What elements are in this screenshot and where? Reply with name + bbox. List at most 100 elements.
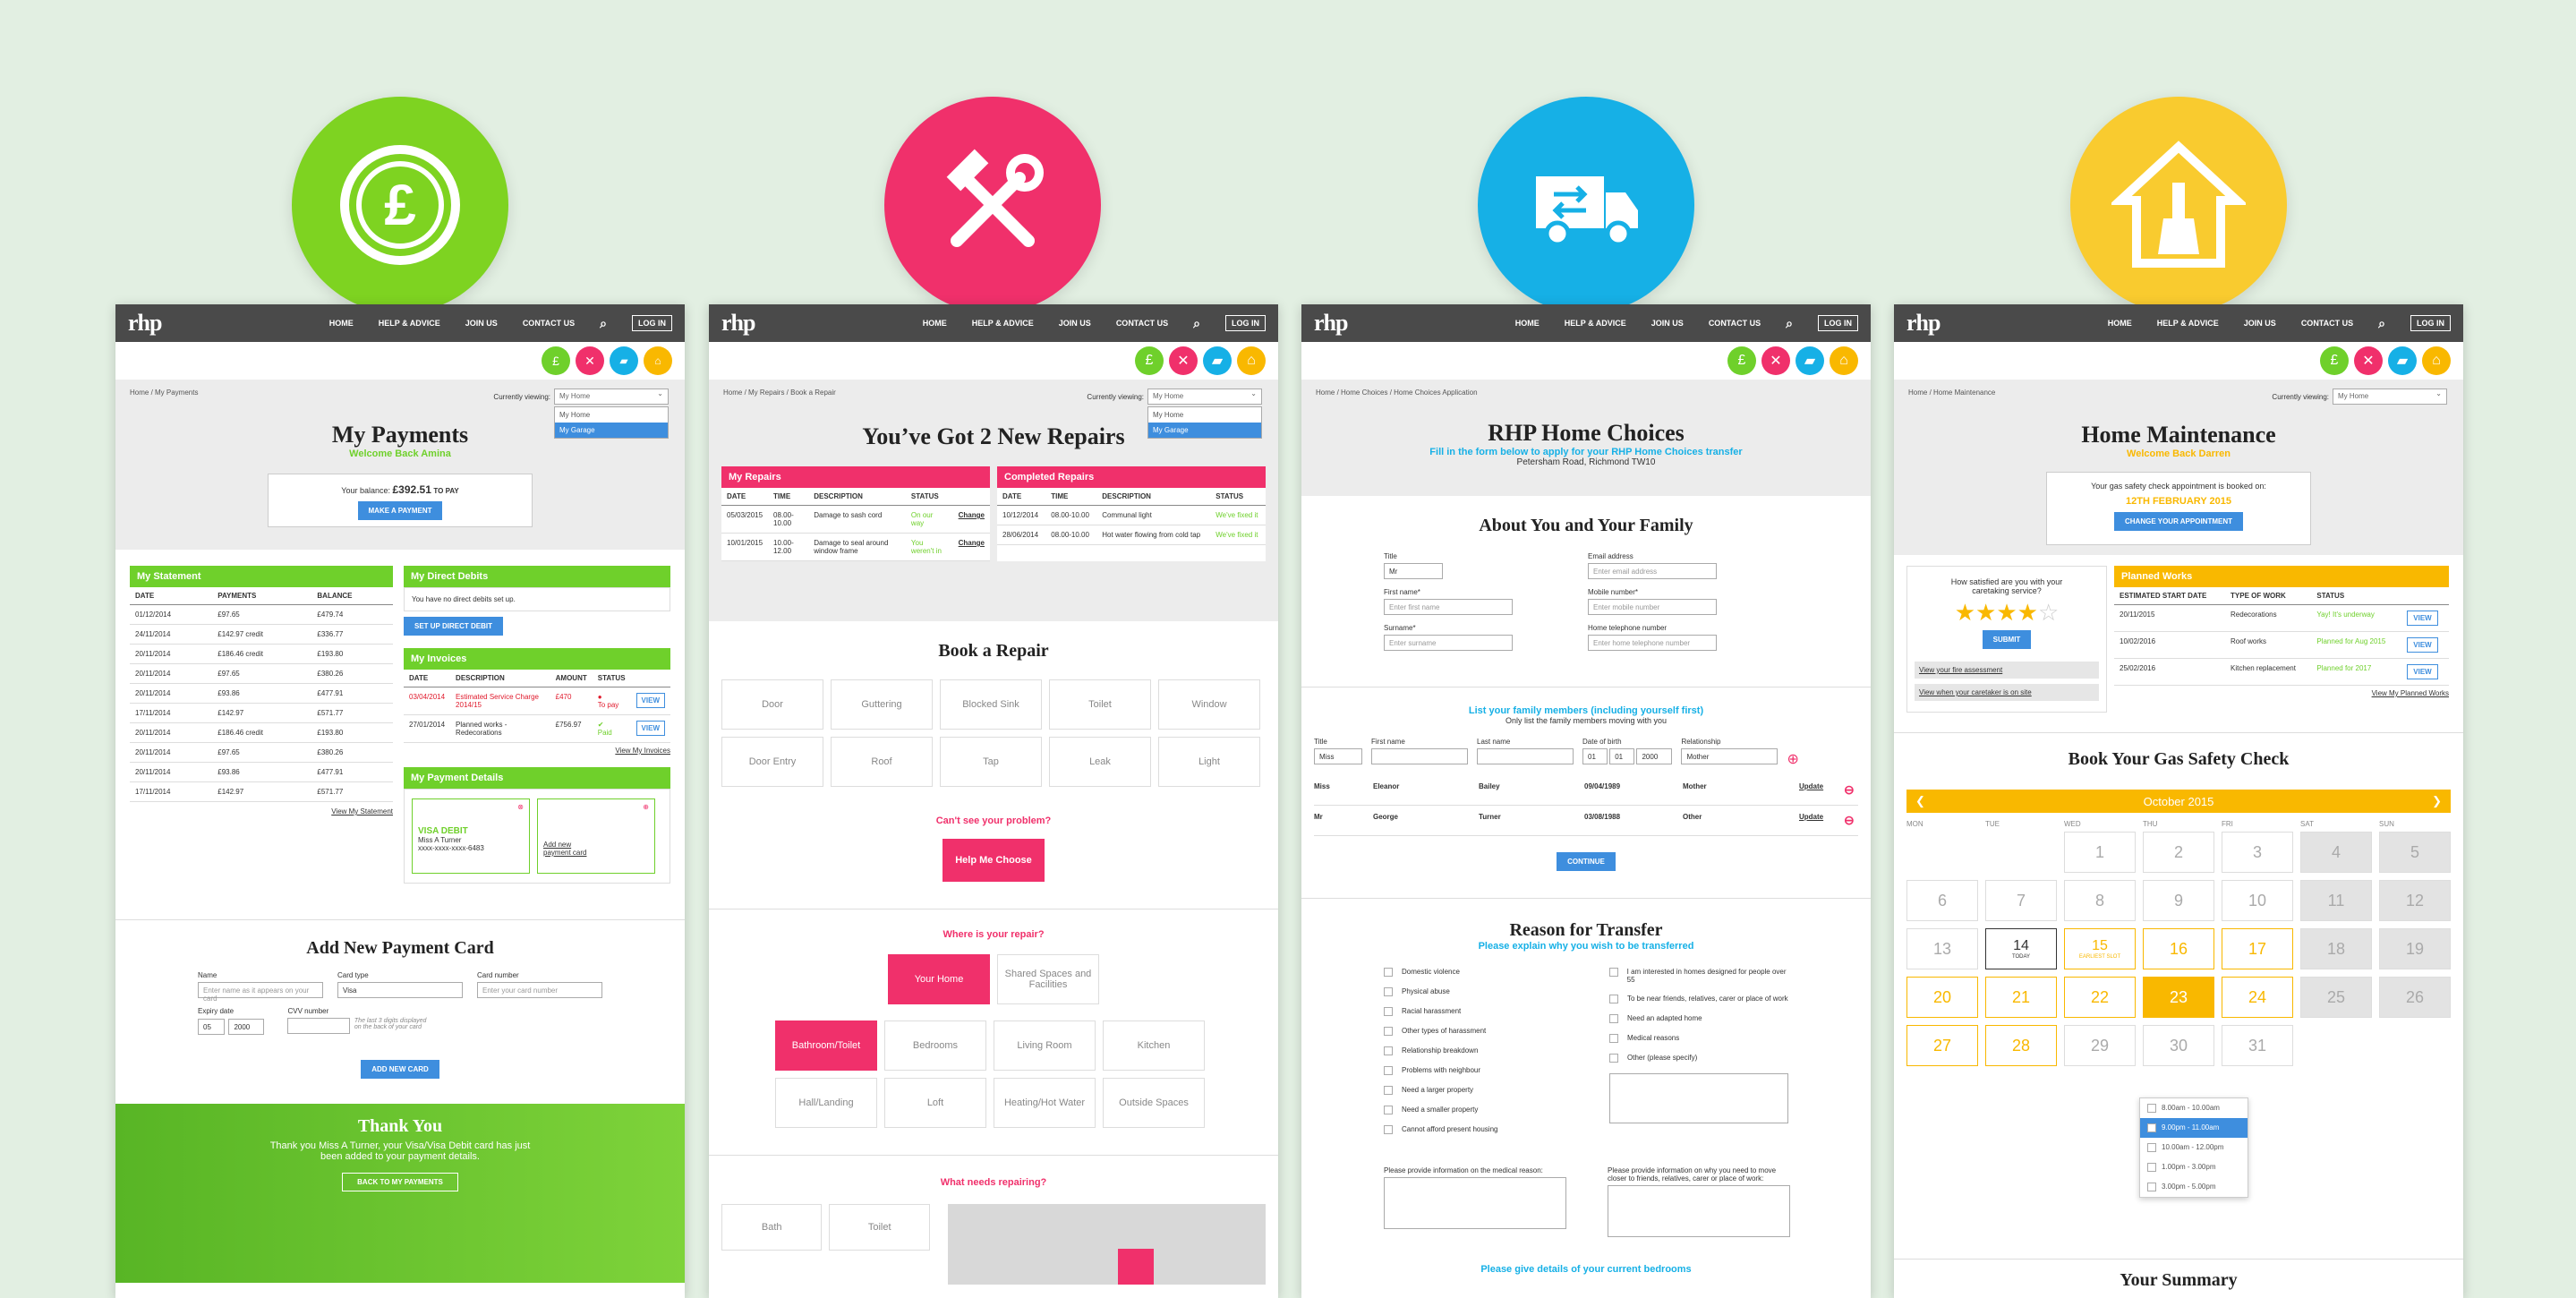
reason-checkbox[interactable]: Need a larger property [1384, 1086, 1581, 1095]
calendar-day[interactable]: 10 [2222, 880, 2293, 921]
truck-mini-icon[interactable]: ▰ [610, 346, 638, 375]
view-button[interactable]: VIEW [635, 693, 665, 708]
dob-day[interactable]: 01 [1582, 748, 1608, 764]
reason-checkbox[interactable]: Physical abuse [1384, 987, 1581, 996]
option-home[interactable]: My Home [555, 407, 668, 423]
rhp-logo[interactable]: rhp [1314, 310, 1348, 337]
rhp-logo[interactable]: rhp [128, 310, 162, 337]
repairs-mini-icon[interactable]: ✕ [2354, 346, 2383, 375]
checkbox-icon[interactable] [2147, 1163, 2156, 1172]
checkbox-icon[interactable] [1384, 1106, 1393, 1114]
star-icon[interactable]: ★ [2017, 599, 2038, 626]
shared-spaces-button[interactable]: Shared Spaces and Facilities [997, 954, 1099, 1004]
checkbox-icon[interactable] [1384, 987, 1393, 996]
calendar-day[interactable]: 26 [2379, 977, 2451, 1018]
home-mini-icon[interactable]: ⌂ [1830, 346, 1858, 375]
remove-card-icon[interactable]: ⊗ [517, 803, 524, 811]
first-name-field[interactable]: Enter first name [1384, 599, 1513, 615]
home-tel-field[interactable]: Enter home telephone number [1588, 635, 1717, 651]
calendar-day[interactable]: 2 [2143, 832, 2214, 873]
view-button[interactable]: VIEW [635, 721, 665, 736]
calendar-day[interactable]: 17 [2222, 928, 2293, 969]
checkbox-icon[interactable] [1384, 1027, 1393, 1036]
calendar-day[interactable]: 15 EARLIEST SLOT [2064, 928, 2136, 969]
repair-tile[interactable]: Door Entry [721, 737, 823, 787]
truck-mini-icon[interactable]: ▰ [2388, 346, 2417, 375]
bath-tile[interactable]: Bath [721, 1204, 823, 1251]
fire-assessment-link[interactable]: View your fire assessment [1915, 662, 2099, 679]
room-tile[interactable]: Kitchen [1103, 1020, 1205, 1071]
calendar-day[interactable]: 24 [2222, 977, 2293, 1018]
option-garage[interactable]: My Garage [555, 423, 668, 438]
checkbox-icon[interactable] [1609, 995, 1618, 1003]
truck-mini-icon[interactable]: ▰ [1796, 346, 1824, 375]
property-select[interactable]: My Home [554, 389, 669, 405]
checkbox-icon[interactable] [1609, 1054, 1618, 1063]
repair-tile[interactable]: Window [1158, 679, 1260, 730]
calendar-day[interactable]: 11 [2300, 880, 2372, 921]
room-tile[interactable]: Bathroom/Toilet [775, 1020, 877, 1071]
calendar-day[interactable]: 16 [2143, 928, 2214, 969]
nav-help[interactable]: HELP & ADVICE [1565, 319, 1626, 328]
name-field[interactable]: Enter name as it appears on your card [198, 982, 323, 1003]
add-member-icon[interactable]: ⊕ [1787, 750, 1798, 768]
calendar-day[interactable]: 12 [2379, 880, 2451, 921]
title-select[interactable]: Mr [1384, 563, 1443, 579]
checkbox-icon[interactable] [1609, 1014, 1618, 1023]
submit-button[interactable]: SUBMIT [1982, 630, 2032, 649]
cvv-field[interactable] [287, 1018, 351, 1034]
setup-direct-debit-button[interactable]: SET UP DIRECT DEBIT [404, 617, 503, 636]
time-slot-option[interactable]: 9.00pm - 11.00am [2140, 1118, 2248, 1138]
calendar-day[interactable]: 6 [1906, 880, 1978, 921]
star-icon[interactable]: ★ [1975, 599, 1996, 626]
reason-checkbox[interactable]: Medical reasons [1609, 1034, 1788, 1043]
search-icon[interactable]: ⌕ [1786, 316, 1793, 331]
mobile-field[interactable]: Enter mobile number [1588, 599, 1717, 615]
update-link[interactable]: Update [1799, 813, 1844, 828]
calendar-day[interactable]: 30 [2143, 1025, 2214, 1066]
calendar-day[interactable]: 14 TODAY [1985, 928, 2057, 969]
login-button[interactable]: LOG IN [632, 315, 672, 331]
payments-mini-icon[interactable]: £ [1727, 346, 1756, 375]
change-link[interactable]: Change [952, 533, 990, 561]
repair-tile[interactable]: Blocked Sink [940, 679, 1042, 730]
nav-help[interactable]: HELP & ADVICE [2157, 319, 2219, 328]
card-number-field[interactable]: Enter your card number [477, 982, 602, 998]
room-tile[interactable]: Outside Spaces [1103, 1078, 1205, 1128]
change-link[interactable]: Change [952, 505, 990, 534]
checkbox-icon[interactable] [2147, 1143, 2156, 1152]
room-tile[interactable]: Bedrooms [884, 1020, 986, 1071]
truck-mini-icon[interactable]: ▰ [1203, 346, 1232, 375]
calendar-day[interactable]: 13 [1906, 928, 1978, 969]
calendar-day[interactable]: 1 [2064, 832, 2136, 873]
fam-last-field[interactable] [1477, 748, 1574, 764]
calendar-day[interactable]: 18 [2300, 928, 2372, 969]
nav-home[interactable]: HOME [329, 319, 354, 328]
time-slot-option[interactable]: 10.00am - 12.00pm [2140, 1138, 2248, 1157]
calendar-day[interactable]: 21 [1985, 977, 2057, 1018]
checkbox-icon[interactable] [2147, 1183, 2156, 1191]
nav-contact[interactable]: CONTACT US [1709, 319, 1761, 328]
calendar-day[interactable]: 27 [1906, 1025, 1978, 1066]
fam-relationship-select[interactable]: Mother [1681, 748, 1778, 764]
calendar-day[interactable]: 5 [2379, 832, 2451, 873]
calendar-day[interactable]: 23 [2143, 977, 2214, 1018]
star-icon[interactable]: ☆ [2038, 599, 2059, 626]
view-statement-link[interactable]: View My Statement [130, 807, 393, 816]
checkbox-icon[interactable] [1384, 1046, 1393, 1055]
calendar-day[interactable]: 9 [2143, 880, 2214, 921]
nav-help[interactable]: HELP & ADVICE [379, 319, 440, 328]
add-icon[interactable]: ⊕ [643, 803, 649, 811]
checkbox-icon[interactable] [1384, 1086, 1393, 1095]
calendar-day[interactable]: 28 [1985, 1025, 2057, 1066]
view-button[interactable]: VIEW [2407, 637, 2438, 653]
rhp-logo[interactable]: rhp [1906, 310, 1941, 337]
rhp-logo[interactable]: rhp [721, 310, 755, 337]
nav-home[interactable]: HOME [923, 319, 947, 328]
repair-tile[interactable]: Tap [940, 737, 1042, 787]
move-textarea[interactable] [1608, 1185, 1790, 1237]
help-choose-button[interactable]: Help Me Choose [943, 839, 1045, 882]
time-slot-option[interactable]: 3.00pm - 5.00pm [2140, 1177, 2248, 1197]
calendar-day[interactable]: 7 [1985, 880, 2057, 921]
payments-mini-icon[interactable]: £ [542, 346, 570, 375]
